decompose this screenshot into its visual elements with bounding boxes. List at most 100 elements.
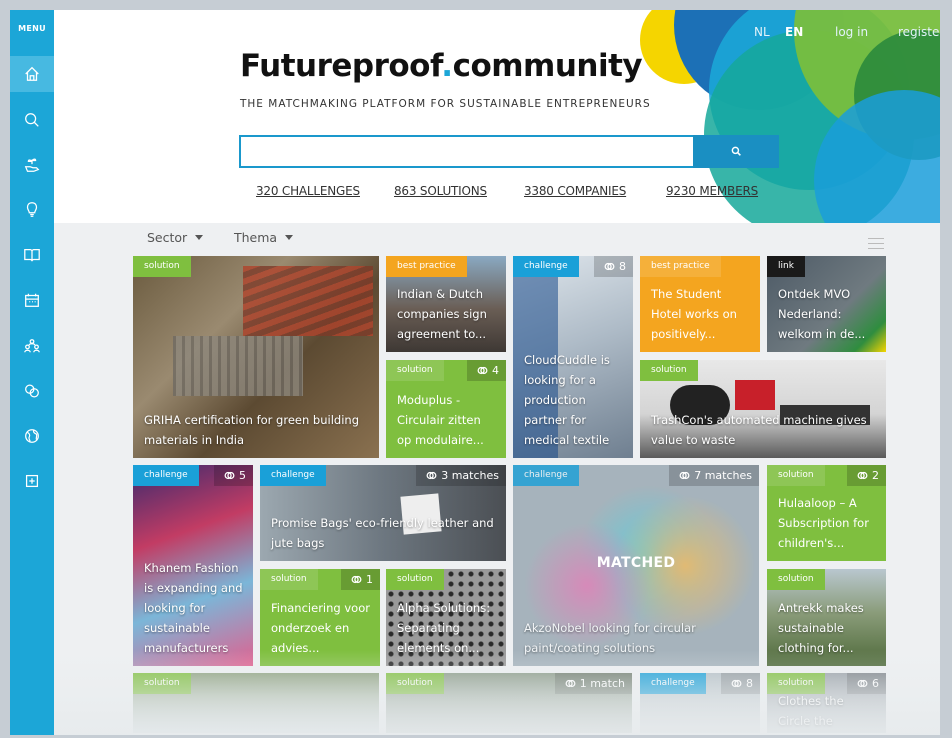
nav-search[interactable] xyxy=(10,102,54,138)
match-count-value: 8 xyxy=(746,677,753,690)
tile-tag: solution xyxy=(767,569,825,590)
header: NL EN log in register Futureproof.commun… xyxy=(54,10,940,223)
tile-row3-4[interactable]: solution 6 Clothes the Circle the xyxy=(767,673,886,733)
nav-home[interactable] xyxy=(10,56,54,92)
tile-trashcon[interactable]: solution TrashCon's automated machine gi… xyxy=(640,360,886,458)
tile-title: Khanem Fashion is expanding and looking … xyxy=(144,561,243,655)
tile-tag: best practice xyxy=(386,256,467,277)
match-count: 8 xyxy=(721,673,760,694)
lang-en[interactable]: EN xyxy=(785,25,803,39)
stat-members[interactable]: 9230 MEMBERS xyxy=(666,184,758,198)
match-count-value: 3 matches xyxy=(441,469,499,482)
search-input[interactable] xyxy=(239,135,693,168)
logo-text-suffix: community xyxy=(452,48,643,84)
menu-button[interactable]: MENU xyxy=(10,24,54,33)
tile-antrekk[interactable]: solution Antrekk makes sustainable cloth… xyxy=(767,569,886,666)
tile-row3-3[interactable]: challenge 8 xyxy=(640,673,760,733)
match-icon xyxy=(679,471,690,480)
tile-tag: challenge xyxy=(513,465,579,486)
tile-cloudcuddle[interactable]: challenge 8 CloudCuddle is looking for a… xyxy=(513,256,633,458)
tile-hulaaloop[interactable]: solution 2 Hulaaloop – A Subscription fo… xyxy=(767,465,886,561)
match-count-value: 1 match xyxy=(579,677,625,690)
match-count-value: 7 matches xyxy=(694,469,752,482)
tile-indian-dutch[interactable]: best practice Indian & Dutch companies s… xyxy=(386,256,506,352)
lightbulb-icon xyxy=(26,202,38,217)
plus-square-icon xyxy=(25,474,39,488)
sector-filter[interactable]: Sector xyxy=(147,230,204,245)
nav-add[interactable] xyxy=(10,463,54,499)
book-icon xyxy=(24,248,40,262)
tile-mvo[interactable]: link Ontdek MVO Nederland: welkom in de.… xyxy=(767,256,886,352)
tile-title: CloudCuddle is looking for a production … xyxy=(524,353,610,447)
match-count-value: 8 xyxy=(619,260,626,273)
tile-tag: challenge xyxy=(260,465,326,486)
match-count-value: 2 xyxy=(872,469,879,482)
thema-filter-label: Thema xyxy=(234,230,278,245)
tile-photo-machine xyxy=(735,380,775,410)
sector-filter-label: Sector xyxy=(147,230,188,245)
tile-tag: solution xyxy=(640,360,698,381)
tile-title: Promise Bags' eco-friendly leather and j… xyxy=(271,516,494,550)
tile-student-hotel[interactable]: best practice The Student Hotel works on… xyxy=(640,256,760,352)
match-count: 1 match xyxy=(554,673,632,694)
tile-title: Clothes the Circle the xyxy=(778,694,844,728)
match-count: 3 matches xyxy=(416,465,506,486)
match-icon xyxy=(351,575,362,584)
sidebar: MENU xyxy=(10,10,54,735)
tile-title: Moduplus - Circulair zitten op modulaire… xyxy=(397,393,484,447)
match-icon xyxy=(224,471,235,480)
tile-photo-rebar xyxy=(173,336,303,396)
stat-companies[interactable]: 3380 COMPANIES xyxy=(524,184,626,198)
tile-title: Antrekk makes sustainable clothing for..… xyxy=(778,601,864,655)
site-logo[interactable]: Futureproof.community xyxy=(240,48,643,84)
tagline: THE MATCHMAKING PLATFORM FOR SUSTAINABLE… xyxy=(240,98,651,110)
tile-griha[interactable]: solution GRIHA certification for green b… xyxy=(133,256,379,458)
tile-tag: solution xyxy=(386,673,444,694)
search-button[interactable] xyxy=(693,135,779,168)
tile-photo-bricks xyxy=(243,266,373,336)
nav-connections[interactable] xyxy=(10,373,54,409)
link-icon xyxy=(25,384,39,398)
chevron-down-icon xyxy=(285,235,294,240)
register-link[interactable]: register xyxy=(898,25,940,39)
tile-row3-1[interactable]: solution xyxy=(133,673,379,733)
match-icon xyxy=(857,679,868,688)
nav-world[interactable] xyxy=(10,418,54,454)
nav-ideas[interactable] xyxy=(10,192,54,228)
match-icon xyxy=(426,471,437,480)
tile-tag: solution xyxy=(133,673,191,694)
match-count: 4 xyxy=(467,360,506,381)
tile-row3-2[interactable]: solution 1 match xyxy=(386,673,632,733)
tile-title: Financiering voor onderzoek en advies... xyxy=(271,601,370,655)
match-count: 5 xyxy=(214,465,253,486)
stat-solutions[interactable]: 863 SOLUTIONS xyxy=(394,184,487,198)
tile-tag: challenge xyxy=(133,465,199,486)
app-frame: MENU NL EN log in register Futureproof.c… xyxy=(10,10,940,735)
tile-tag: best practice xyxy=(640,256,721,277)
login-link[interactable]: log in xyxy=(835,25,868,39)
logo-dot: . xyxy=(441,48,453,84)
nav-events[interactable] xyxy=(10,282,54,318)
lang-nl[interactable]: NL xyxy=(754,25,770,39)
tile-akzonobel[interactable]: challenge 7 matches MATCHED AkzoNobel lo… xyxy=(513,465,759,666)
tile-khanem[interactable]: challenge 5 Khanem Fashion is expanding … xyxy=(133,465,253,666)
tile-title: Ontdek MVO Nederland: welkom in de... xyxy=(778,287,866,341)
match-icon xyxy=(565,679,576,688)
nav-library[interactable] xyxy=(10,237,54,273)
tile-moduplus[interactable]: solution 4 Moduplus - Circulair zitten o… xyxy=(386,360,506,458)
thema-filter[interactable]: Thema xyxy=(234,230,294,245)
tile-tag: solution xyxy=(133,256,191,277)
nav-members[interactable] xyxy=(10,328,54,364)
tile-tag: challenge xyxy=(640,673,706,694)
tile-financiering[interactable]: solution 1 Financiering voor onderzoek e… xyxy=(260,569,380,666)
tile-tag: solution xyxy=(386,569,444,590)
stat-challenges[interactable]: 320 CHALLENGES xyxy=(256,184,360,198)
tile-promise-bags[interactable]: challenge 3 matches Promise Bags' eco-fr… xyxy=(260,465,506,561)
tile-title: The Student Hotel works on positively... xyxy=(651,287,737,341)
match-count: 1 xyxy=(341,569,380,590)
list-view-icon[interactable] xyxy=(868,238,884,250)
home-icon xyxy=(25,66,39,81)
tile-tag: solution xyxy=(386,360,444,381)
nav-solutions[interactable] xyxy=(10,147,54,183)
tile-alpha-solutions[interactable]: solution Alpha Solutions: Separating ele… xyxy=(386,569,506,666)
